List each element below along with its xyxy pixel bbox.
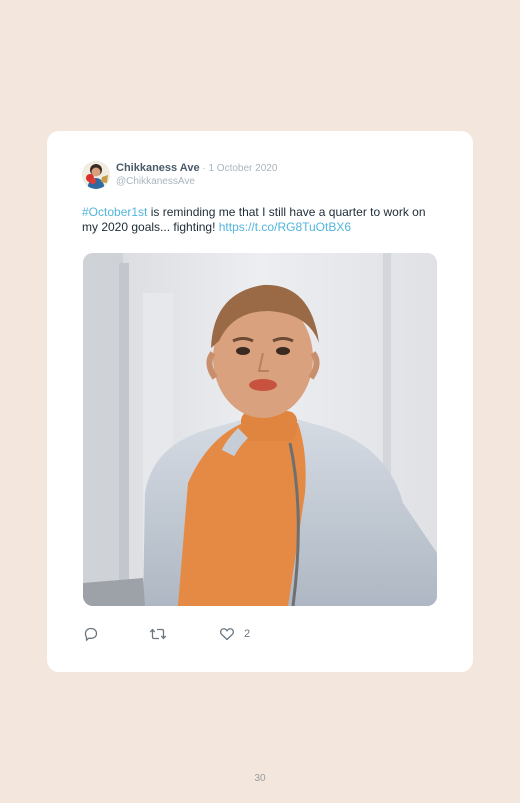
like-count: 2 (244, 628, 251, 640)
tweet-photo[interactable] (83, 253, 437, 606)
author-block: Chikkaness Ave · 1 October 2020 @Chikkan… (116, 162, 277, 188)
avatar[interactable] (82, 161, 110, 189)
hashtag-link[interactable]: #October1st (82, 205, 147, 219)
like-button[interactable]: 2 (219, 626, 250, 642)
tweet-url-link[interactable]: https://t.co/RG8TuOtBX6 (219, 220, 351, 234)
author-line: Chikkaness Ave · 1 October 2020 (116, 162, 277, 175)
page-number: 30 (254, 773, 266, 784)
retweet-button[interactable] (149, 626, 167, 642)
heart-icon (219, 628, 235, 641)
photo-image (83, 253, 437, 606)
tweet-date[interactable]: 1 October 2020 (208, 163, 277, 174)
reply-icon (84, 627, 98, 641)
tweet-text: #October1st is reminding me that I still… (82, 205, 442, 235)
author-name[interactable]: Chikkaness Ave (116, 162, 200, 174)
author-handle[interactable]: @ChikkanessAve (116, 175, 277, 188)
reply-button[interactable] (83, 626, 99, 642)
tweet-card: Chikkaness Ave · 1 October 2020 @Chikkan… (47, 131, 473, 672)
tweet-header: Chikkaness Ave · 1 October 2020 @Chikkan… (82, 158, 277, 192)
tweet-actions: 2 (83, 626, 443, 644)
retweet-icon (149, 628, 167, 640)
avatar-image (82, 161, 110, 189)
